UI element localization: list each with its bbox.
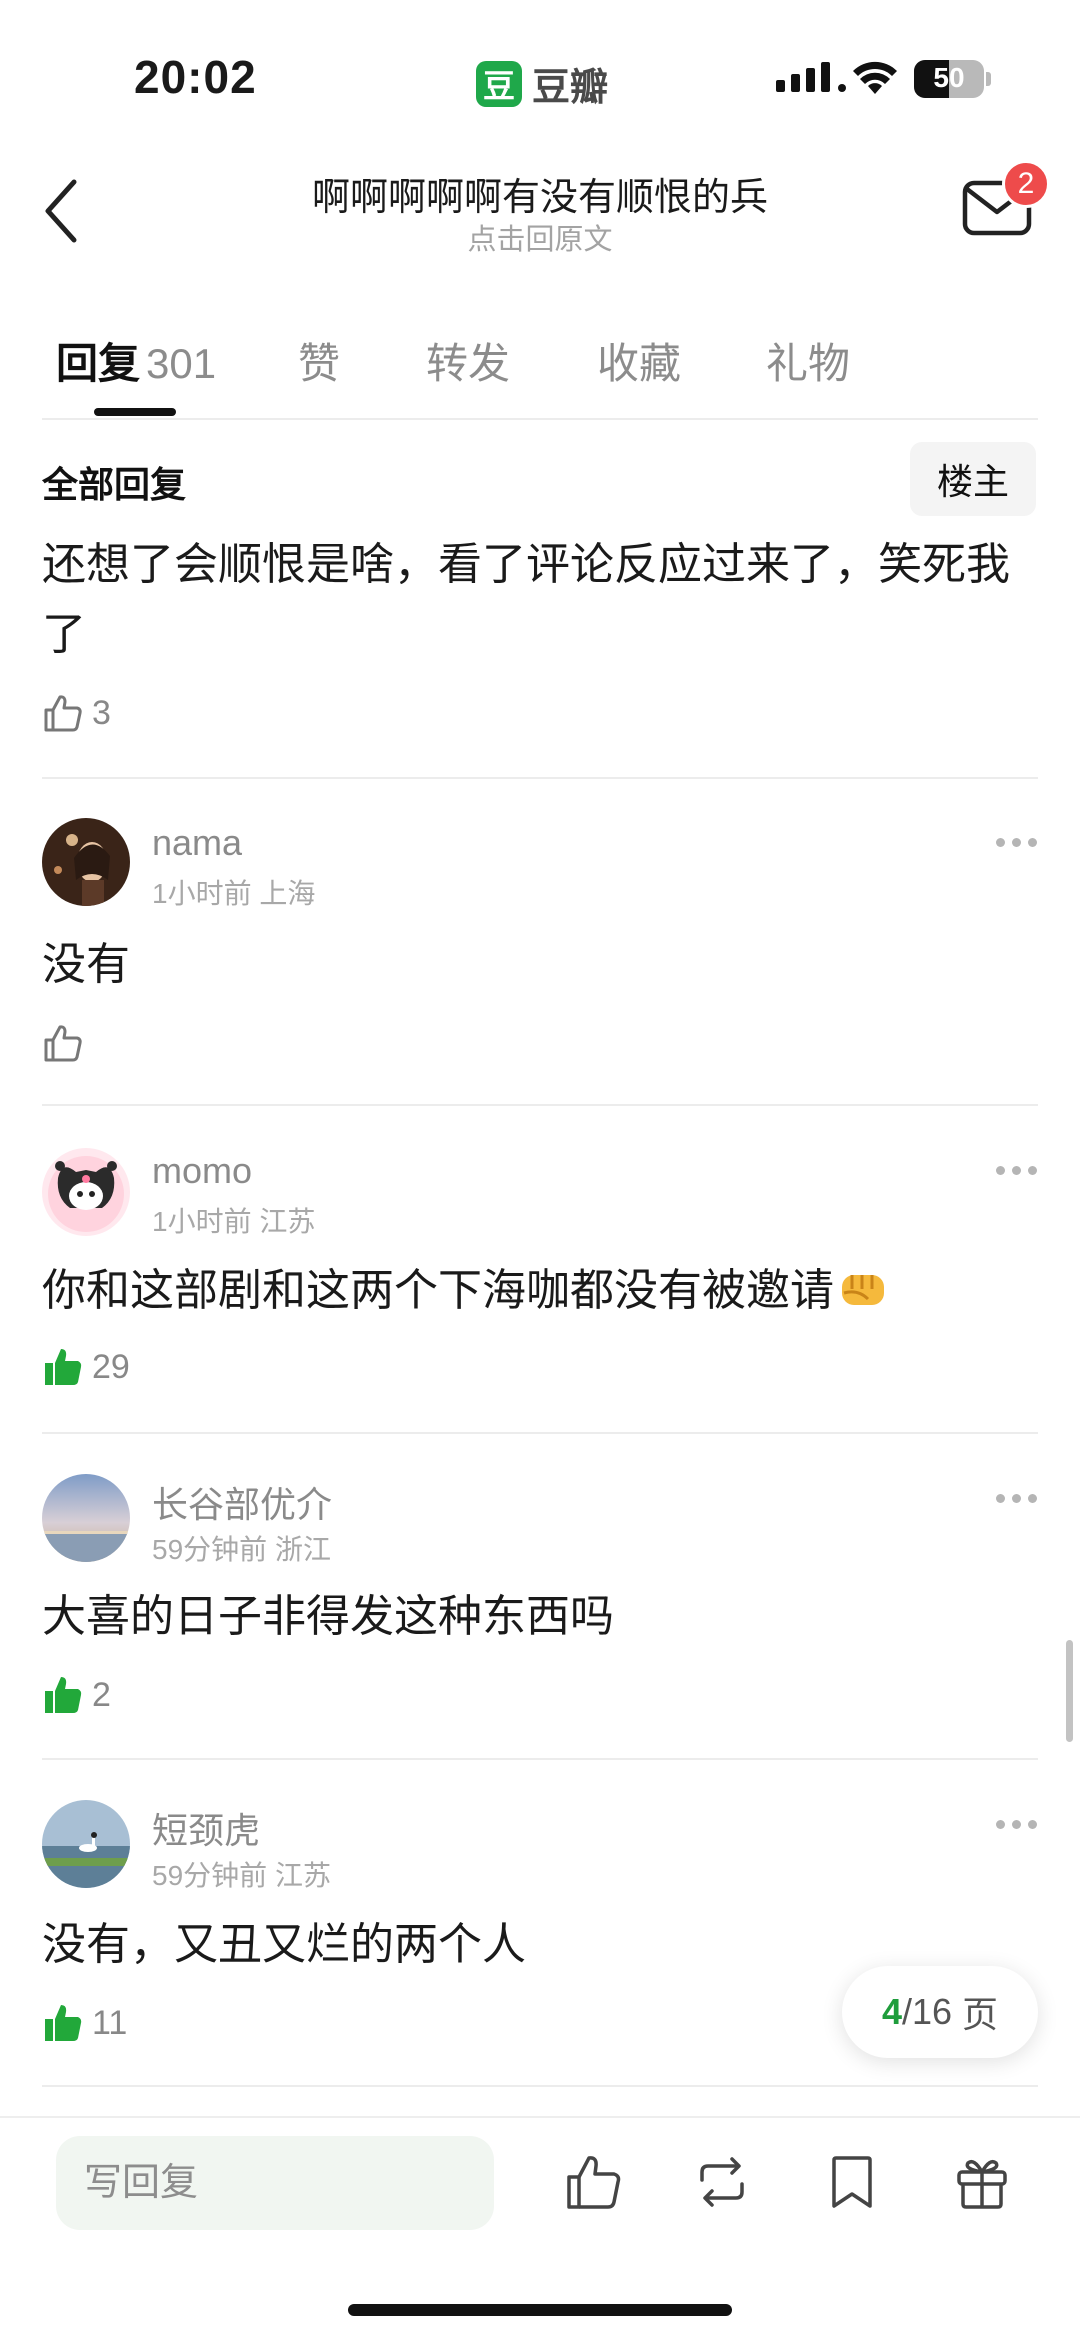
repost-icon[interactable]	[692, 2152, 752, 2212]
username[interactable]: 长谷部优介	[152, 1476, 332, 1528]
comment-text: 没有	[42, 940, 130, 989]
page-unit: 页	[962, 1994, 999, 2035]
gift-icon[interactable]	[952, 2152, 1012, 2212]
like-button[interactable]: 11	[42, 2002, 127, 2044]
bookmark-icon[interactable]	[822, 2152, 882, 2212]
reply-input[interactable]	[56, 2136, 494, 2230]
battery-level: 50	[933, 62, 965, 93]
comment-divider	[42, 1758, 1038, 1760]
comment-time: 1小时前	[152, 1206, 252, 1237]
battery-tip	[986, 72, 991, 86]
like-count: 2	[92, 1675, 111, 1714]
comment-meta: 59分钟前 浙江	[152, 1528, 331, 1568]
page-indicator[interactable]: 4/16 页	[842, 1966, 1038, 2058]
tab-replies-count: 301	[146, 340, 217, 387]
tab-reposts[interactable]: 转发	[426, 330, 510, 391]
tab-gifts[interactable]: 礼物	[766, 330, 850, 391]
scrollbar[interactable]	[1066, 1640, 1073, 1742]
comment-divider	[42, 2085, 1038, 2087]
like-button[interactable]: 3	[42, 692, 111, 734]
mail-badge: 2	[1002, 160, 1050, 208]
home-indicator	[348, 2304, 732, 2316]
comment-time: 59分钟前	[152, 1860, 268, 1891]
comment-meta: 1小时前 江苏	[152, 1200, 315, 1240]
cellular-signal-icon	[776, 62, 846, 92]
thumbs-up-icon	[45, 1349, 82, 1385]
avatar[interactable]	[42, 1474, 130, 1562]
avatar[interactable]	[42, 818, 130, 906]
op-filter-button[interactable]: 楼主	[910, 442, 1036, 516]
comment-meta: 59分钟前 江苏	[152, 1854, 331, 1894]
like-count: 11	[92, 2003, 128, 2042]
fist-emoji	[842, 1275, 884, 1305]
thumbs-up-icon	[45, 1677, 82, 1713]
back-to-original-link[interactable]: 点击回原文	[200, 216, 880, 258]
app-indicator: 豆 豆瓣	[476, 56, 608, 111]
comment-text: 大喜的日子非得发这种东西吗	[42, 1592, 614, 1641]
more-options-icon[interactable]	[996, 1494, 1037, 1503]
thumbs-up-icon	[44, 1025, 82, 1062]
comment-location: 上海	[259, 878, 316, 909]
wifi-icon	[853, 61, 897, 94]
comment-location: 浙江	[274, 1534, 331, 1565]
tab-likes[interactable]: 赞	[298, 330, 340, 391]
douban-logo: 豆	[476, 60, 522, 107]
active-tab-indicator	[94, 408, 176, 416]
thumbs-up-icon[interactable]	[564, 2152, 624, 2212]
post-title[interactable]: 啊啊啊啊啊有没有顺恨的兵	[200, 166, 880, 221]
like-button[interactable]	[42, 1022, 92, 1064]
comment-divider	[42, 1432, 1038, 1434]
comment-text: 你和这部剧和这两个下海咖都没有被邀请	[42, 1266, 834, 1315]
more-options-icon[interactable]	[996, 1820, 1037, 1829]
back-arrow-icon[interactable]	[40, 176, 90, 246]
thumbs-up-icon	[44, 695, 82, 732]
username[interactable]: 短颈虎	[152, 1802, 260, 1854]
all-replies-heading: 全部回复	[42, 464, 187, 505]
tabs-divider	[42, 418, 1038, 420]
more-options-icon[interactable]	[996, 1166, 1037, 1175]
comment-location: 江苏	[274, 1860, 331, 1891]
status-time: 20:02	[134, 51, 257, 103]
tab-replies-label: 回复	[56, 340, 141, 387]
comment-time: 59分钟前	[152, 1534, 268, 1565]
comment-divider	[42, 1104, 1038, 1106]
like-button[interactable]: 29	[42, 1346, 130, 1388]
comment-text: 还想了会顺恨是啥，看了评论反应过来了，笑死我了	[42, 540, 1010, 659]
like-count: 29	[92, 1347, 130, 1386]
like-button[interactable]: 2	[42, 1674, 111, 1716]
username[interactable]: nama	[152, 822, 242, 864]
username[interactable]: momo	[152, 1150, 252, 1192]
comment-time: 1小时前	[152, 878, 252, 909]
comment-body: 你和这部剧和这两个下海咖都没有被邀请	[42, 1256, 1042, 1326]
tab-replies[interactable]: 回复 301	[56, 330, 216, 391]
like-count: 3	[92, 693, 111, 732]
app-name: 豆瓣	[532, 67, 609, 109]
more-options-icon[interactable]	[996, 838, 1037, 847]
total-pages: /16	[901, 1991, 953, 2032]
comment-meta: 1小时前 上海	[152, 872, 315, 912]
tab-favorites[interactable]: 收藏	[597, 330, 681, 391]
comment-location: 江苏	[259, 1206, 316, 1237]
current-page: 4	[881, 1991, 902, 2032]
avatar[interactable]	[42, 1800, 130, 1888]
battery-icon: 50	[914, 60, 984, 98]
thumbs-up-icon	[45, 2005, 82, 2041]
comment-divider	[42, 777, 1038, 779]
avatar[interactable]	[42, 1148, 130, 1236]
